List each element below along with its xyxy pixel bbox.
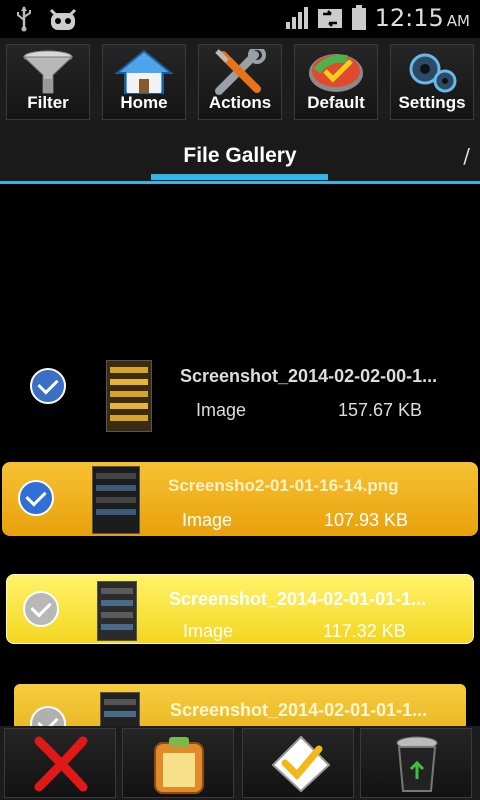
funnel-icon xyxy=(22,50,74,94)
toolbar: Filter Home Actions Default Settings xyxy=(0,38,480,126)
checkbox-checked-icon[interactable] xyxy=(18,480,54,516)
tools-icon xyxy=(215,49,266,95)
list-item[interactable]: Screensho2-01-01-16-14.png Image 107.93 … xyxy=(2,462,478,536)
default-label: Default xyxy=(307,93,365,112)
usb-icon xyxy=(17,6,31,32)
image-thumbnail xyxy=(92,466,140,534)
cancel-button[interactable] xyxy=(4,728,116,798)
house-icon xyxy=(115,49,173,94)
list-item[interactable]: Screenshot_2014-02-01-01-1... xyxy=(14,684,466,726)
home-button[interactable]: Home xyxy=(102,44,186,120)
file-name: Screensho2-01-01-16-14.png xyxy=(168,476,399,495)
path-label[interactable]: / xyxy=(463,144,470,168)
file-name: Screenshot_2014-02-02-00-1... xyxy=(180,366,438,386)
file-type: Image xyxy=(183,621,234,641)
bottom-bar xyxy=(0,726,480,800)
gear-icon xyxy=(409,53,457,93)
actions-button[interactable]: Actions xyxy=(198,44,282,120)
file-name: Screenshot_2014-02-01-01-1... xyxy=(170,700,428,720)
home-label: Home xyxy=(120,93,168,112)
filter-label: Filter xyxy=(27,93,69,112)
select-all-icon xyxy=(271,735,331,793)
checkbox-unchecked-icon[interactable] xyxy=(30,706,66,726)
file-size: 117.32 KB xyxy=(323,621,406,641)
checkbox-checked-icon[interactable] xyxy=(30,368,66,404)
filter-button[interactable]: Filter xyxy=(6,44,90,120)
file-size: 157.67 KB xyxy=(338,400,423,420)
file-type: Image xyxy=(196,400,247,420)
settings-button[interactable]: Settings xyxy=(390,44,474,120)
image-thumbnail xyxy=(100,692,140,726)
check-disk-icon xyxy=(309,54,363,92)
delete-button[interactable] xyxy=(360,728,472,798)
file-name: Screenshot_2014-02-01-01-1... xyxy=(169,589,427,609)
clipboard-icon xyxy=(154,737,204,794)
settings-label: Settings xyxy=(398,93,466,112)
file-type: Image xyxy=(182,510,233,530)
actions-label: Actions xyxy=(208,93,272,112)
status-clock: 12:15 AM xyxy=(374,4,470,32)
close-icon xyxy=(34,736,88,792)
file-gallery[interactable]: Screenshot_2014-02-02-00-1... Image 157.… xyxy=(0,184,480,726)
list-item[interactable]: Screenshot_2014-02-02-00-1... Image 157.… xyxy=(0,360,480,450)
list-item[interactable]: Screenshot_2014-02-01-01-1... Image 117.… xyxy=(6,574,474,644)
tab-indicator xyxy=(151,174,328,180)
tab-bar: File Gallery / xyxy=(0,126,480,184)
tab-file-gallery[interactable]: File Gallery xyxy=(150,144,330,168)
select-all-button[interactable] xyxy=(242,728,354,798)
signal-icon xyxy=(285,7,308,29)
status-bar: 12:15 AM xyxy=(0,0,480,38)
image-thumbnail xyxy=(106,360,152,432)
checkbox-unchecked-icon[interactable] xyxy=(23,591,59,627)
file-size: 107.93 KB xyxy=(324,510,409,530)
data-icon xyxy=(317,9,342,28)
default-button[interactable]: Default xyxy=(294,44,378,120)
android-icon xyxy=(49,8,77,30)
image-thumbnail xyxy=(97,581,137,641)
trash-icon xyxy=(396,736,438,792)
clipboard-button[interactable] xyxy=(122,728,234,798)
battery-icon xyxy=(351,5,366,30)
